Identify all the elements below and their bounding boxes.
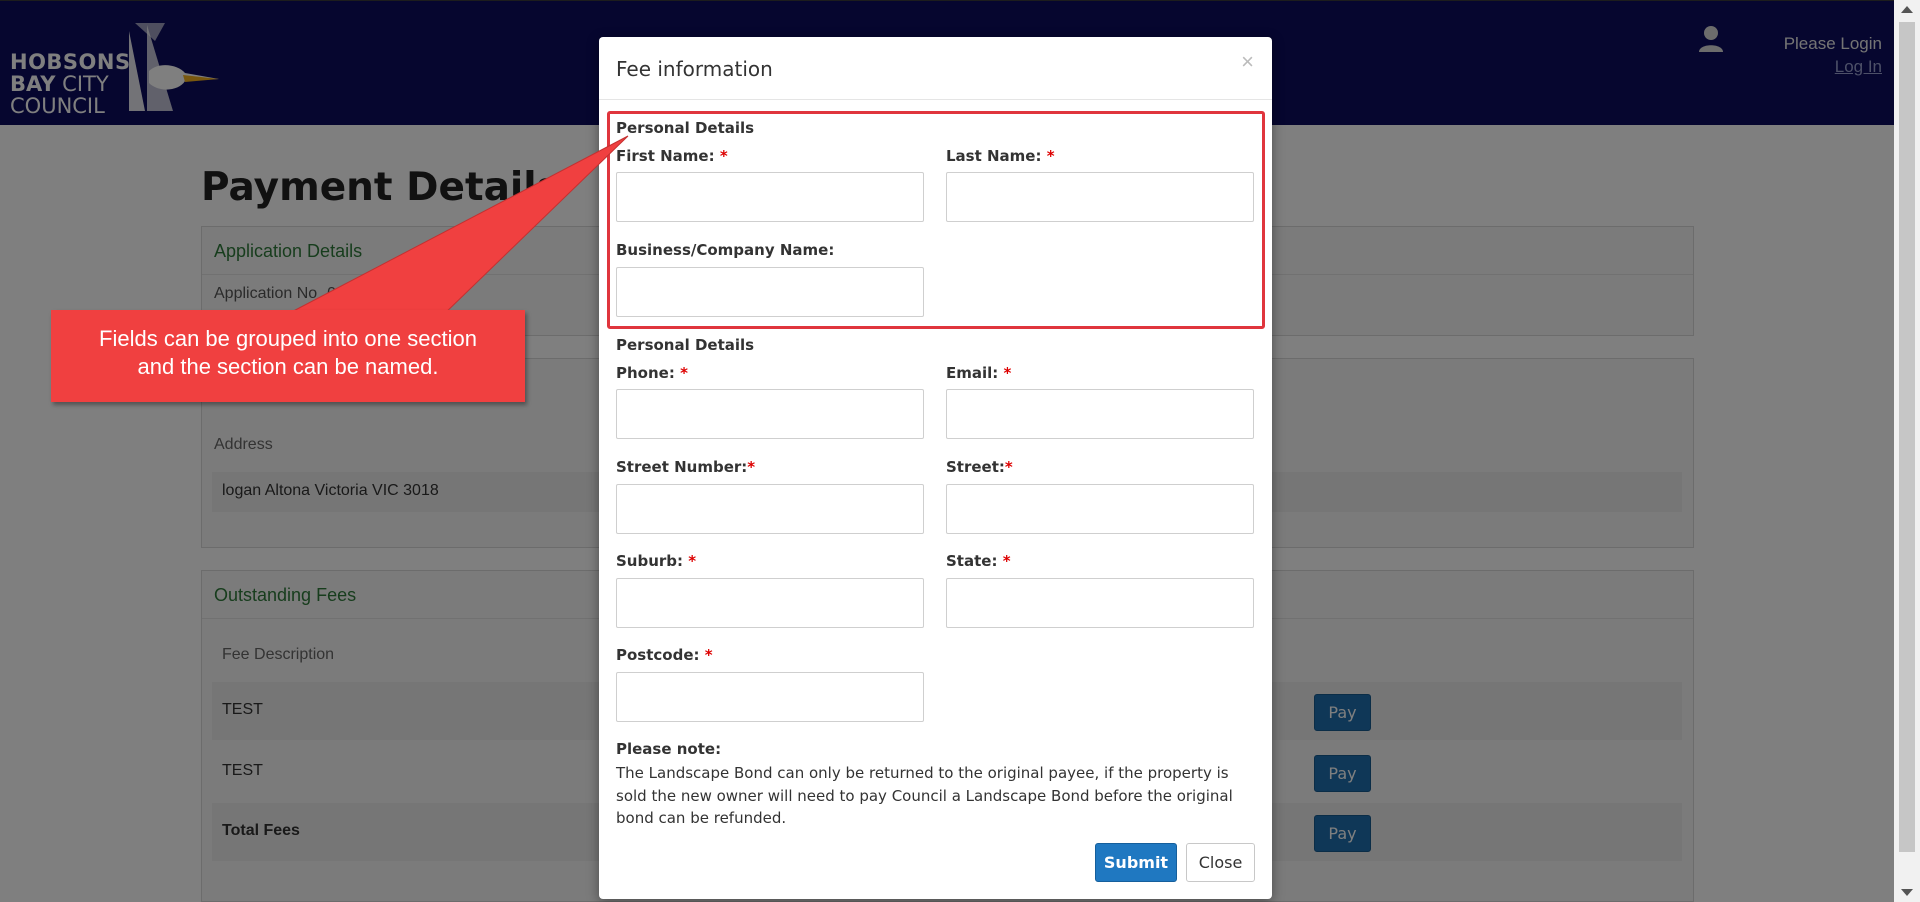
scroll-up-icon[interactable] [1901, 6, 1913, 13]
callout-line-1: Fields can be grouped into one section [99, 326, 477, 351]
annotation-callout: Fields can be grouped into one section a… [51, 310, 525, 402]
vertical-scrollbar[interactable] [1894, 0, 1920, 902]
callout-pointer [279, 135, 629, 319]
callout-line-2: and the section can be named. [137, 354, 439, 379]
scroll-thumb[interactable] [1899, 22, 1915, 852]
scroll-down-icon[interactable] [1901, 889, 1913, 896]
